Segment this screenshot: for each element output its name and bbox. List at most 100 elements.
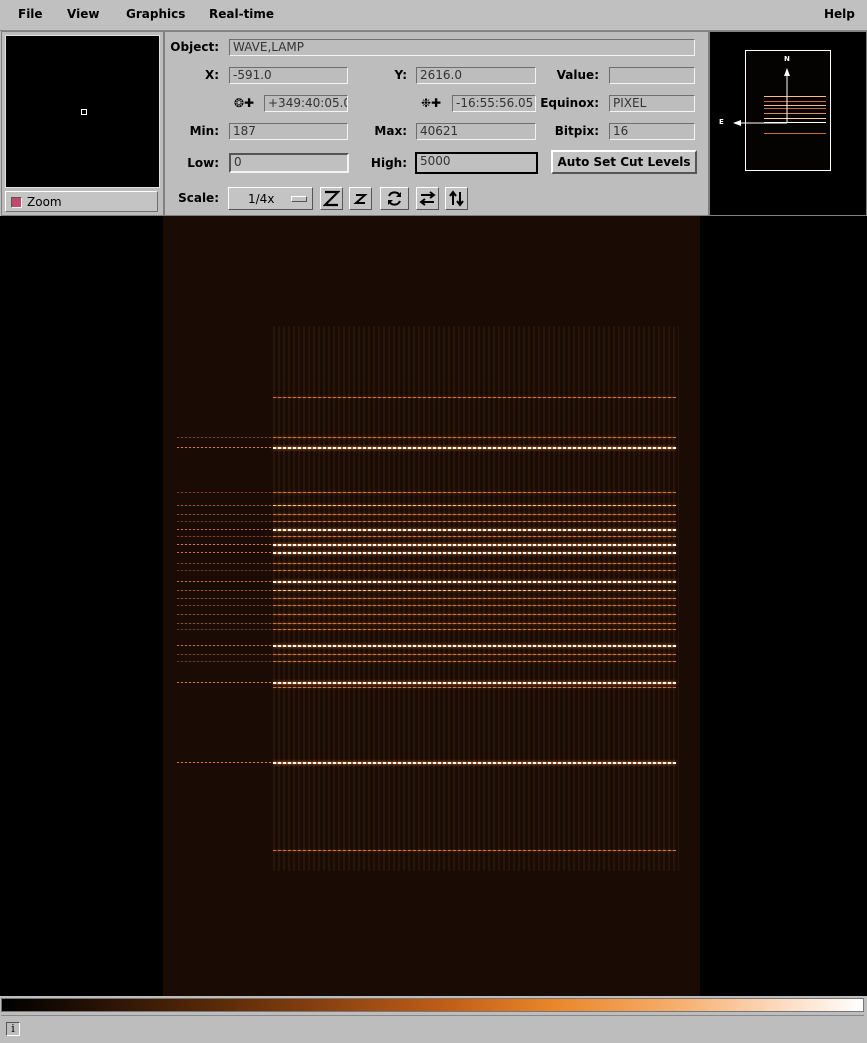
max-field: 40621 xyxy=(416,123,536,140)
emission-line xyxy=(273,514,676,515)
emission-line xyxy=(273,552,676,554)
emission-line xyxy=(273,661,676,662)
zoom-in-button[interactable] xyxy=(320,187,343,210)
emission-line xyxy=(273,590,676,591)
emission-line xyxy=(273,447,676,449)
low-input[interactable]: 0 xyxy=(229,153,349,173)
emission-line xyxy=(273,687,676,688)
ra-icon: ❂✚ xyxy=(234,96,255,110)
menu-realtime[interactable]: Real-time xyxy=(209,7,274,21)
emission-line xyxy=(273,762,676,764)
max-label: Max: xyxy=(374,124,407,138)
emission-line-tail xyxy=(177,623,273,624)
emission-line-tail xyxy=(177,598,273,599)
zoom-toggle-button[interactable]: Zoom xyxy=(5,191,158,212)
info-icon: i xyxy=(6,1022,20,1036)
emission-line-tail xyxy=(177,529,273,530)
equinox-field: PIXEL xyxy=(609,95,695,112)
zoom-out-button[interactable] xyxy=(349,187,372,210)
emission-line xyxy=(273,614,676,615)
high-input[interactable]: 5000 xyxy=(415,152,538,174)
menu-view[interactable]: View xyxy=(67,7,99,21)
dec-field: -16:55:56.05 xyxy=(452,95,536,112)
object-label: Object: xyxy=(170,40,219,54)
emission-line-tail xyxy=(177,536,273,537)
rotate-button[interactable] xyxy=(380,187,409,210)
min-label: Min: xyxy=(189,124,219,138)
zoom-in-icon xyxy=(323,190,340,207)
ra-field: +349:40:05.00 xyxy=(264,95,348,112)
spectrum-image[interactable] xyxy=(163,216,700,996)
emission-line xyxy=(273,570,676,571)
option-menu-indicator xyxy=(291,196,307,202)
emission-line xyxy=(273,629,676,630)
emission-line-tail xyxy=(177,505,273,506)
equinox-label: Equinox: xyxy=(540,96,599,110)
emission-line-tail xyxy=(177,682,273,683)
flip-y-button[interactable] xyxy=(445,187,468,210)
emission-line-tail xyxy=(177,447,273,448)
emission-line xyxy=(273,654,676,655)
flip-y-icon xyxy=(449,190,464,207)
emission-line xyxy=(273,850,676,851)
emission-line-tail xyxy=(177,762,273,763)
emission-line-tail xyxy=(177,590,273,591)
image-canvas[interactable] xyxy=(0,216,867,996)
emission-line-tail xyxy=(177,492,273,493)
emission-line xyxy=(273,529,676,531)
pan-panel[interactable]: N E xyxy=(709,31,867,216)
zoom-label: Zoom xyxy=(27,195,62,209)
emission-line xyxy=(273,536,676,537)
emission-line-tail xyxy=(177,437,273,438)
emission-line-tail xyxy=(177,605,273,606)
value-label: Value: xyxy=(556,68,599,82)
colorbar xyxy=(1,998,864,1012)
high-label: High: xyxy=(370,156,407,170)
emission-line xyxy=(273,645,676,647)
emission-line-tail xyxy=(177,661,273,662)
bitpix-field: 16 xyxy=(609,123,695,140)
scale-label: Scale: xyxy=(178,191,219,205)
emission-line-tail xyxy=(177,544,273,545)
emission-line-tail xyxy=(177,654,273,655)
menu-file[interactable]: File xyxy=(18,7,43,21)
emission-line xyxy=(273,623,676,624)
menu-bar: File View Graphics Real-time Help xyxy=(0,0,867,31)
emission-line-tail xyxy=(177,521,273,522)
emission-line xyxy=(273,605,676,606)
dec-icon: ❉✚ xyxy=(421,96,442,110)
emission-line xyxy=(273,563,676,564)
compass-east-label: E xyxy=(719,118,724,126)
emission-line-tail xyxy=(177,645,273,646)
menu-help[interactable]: Help xyxy=(824,7,855,21)
y-label: Y: xyxy=(394,68,407,82)
emission-line xyxy=(273,492,676,493)
flip-x-icon xyxy=(419,191,436,206)
rotate-icon xyxy=(388,191,401,206)
emission-line-tail xyxy=(177,563,273,564)
scale-menu-button[interactable]: 1/4x xyxy=(228,187,313,210)
bitpix-label: Bitpix: xyxy=(554,124,599,138)
status-bar: i xyxy=(1,1015,864,1043)
min-field: 187 xyxy=(229,123,348,140)
emission-line-tail xyxy=(177,514,273,515)
x-label: X: xyxy=(204,68,219,82)
emission-line xyxy=(273,598,676,599)
scale-value: 1/4x xyxy=(248,192,275,206)
y-field: 2616.0 xyxy=(416,67,536,84)
zoom-cursor-marker xyxy=(81,109,87,115)
x-field: -591.0 xyxy=(229,67,348,84)
auto-set-cut-levels-button[interactable]: Auto Set Cut Levels xyxy=(551,150,697,174)
zoom-panel: Zoom xyxy=(1,31,164,216)
flip-x-button[interactable] xyxy=(416,187,439,210)
zoom-view[interactable] xyxy=(5,35,160,188)
emission-line-tail xyxy=(177,581,273,582)
zoom-out-icon xyxy=(353,194,368,204)
zoom-checkbox-indicator xyxy=(11,197,22,208)
menu-graphics[interactable]: Graphics xyxy=(126,7,185,21)
emission-line xyxy=(273,581,676,583)
emission-line xyxy=(273,521,676,522)
emission-line xyxy=(273,397,676,398)
emission-line xyxy=(273,505,676,506)
emission-line xyxy=(273,544,676,546)
